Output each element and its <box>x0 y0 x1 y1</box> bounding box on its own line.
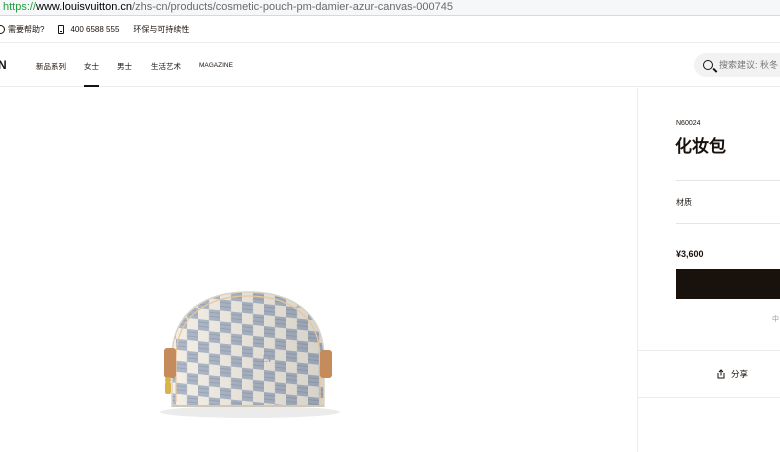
logo[interactable]: N <box>0 58 8 72</box>
product-sku: N60024 <box>676 120 701 127</box>
help-label: 需要帮助? <box>8 25 45 34</box>
search-input[interactable] <box>719 60 780 70</box>
help-link[interactable]: 需要帮助? <box>0 24 44 35</box>
nav-women[interactable]: 女士 <box>84 61 99 87</box>
divider <box>638 397 780 398</box>
share-icon <box>717 369 725 379</box>
product-gallery[interactable]: LV <box>0 88 637 452</box>
product-title: 化妆包 <box>675 137 726 156</box>
address-bar[interactable]: https://www.louisvuitton.cn/zhs-cn/produ… <box>0 0 780 16</box>
url-path: /zhs-cn/products/cosmetic-pouch-pm-damie… <box>132 1 453 13</box>
product-info-panel: N60024 化妆包 材质 ¥3,600 中 分享 <box>638 88 780 452</box>
nav-new-collections[interactable]: 新品系列 <box>36 61 66 72</box>
sustainability-link[interactable]: 环保与可持续性 <box>133 24 189 35</box>
share-label: 分享 <box>731 369 749 379</box>
svg-text:LV: LV <box>261 355 275 365</box>
partial-note: 中 <box>772 316 779 323</box>
nav-art-of-living[interactable]: 生活艺术 <box>151 61 181 72</box>
material-accordion[interactable]: 材质 <box>676 197 692 208</box>
share-button[interactable]: 分享 <box>716 368 748 380</box>
phone-icon <box>58 25 65 34</box>
utility-bar: 需要帮助? 400 6588 555 环保与可持续性 <box>0 17 780 43</box>
url-host: www.louisvuitton.cn <box>36 1 133 13</box>
nav-magazine[interactable]: MAGAZINE <box>199 62 233 69</box>
product-price: ¥3,600 <box>676 249 704 259</box>
product-image: LV <box>160 291 340 418</box>
divider <box>638 350 780 351</box>
help-circle-icon <box>0 25 5 34</box>
add-to-cart-button[interactable] <box>676 269 780 299</box>
phone-number: 400 6588 555 <box>70 25 120 34</box>
search-box[interactable] <box>694 53 780 77</box>
url-scheme: https:// <box>3 1 37 13</box>
main-header: N 新品系列 女士 男士 生活艺术 MAGAZINE <box>0 44 780 87</box>
divider <box>676 223 780 224</box>
nav-men[interactable]: 男士 <box>117 61 132 72</box>
search-icon <box>703 60 713 70</box>
divider <box>676 180 780 181</box>
phone-link[interactable]: 400 6588 555 <box>58 25 119 34</box>
sustainability-label: 环保与可持续性 <box>133 25 190 34</box>
